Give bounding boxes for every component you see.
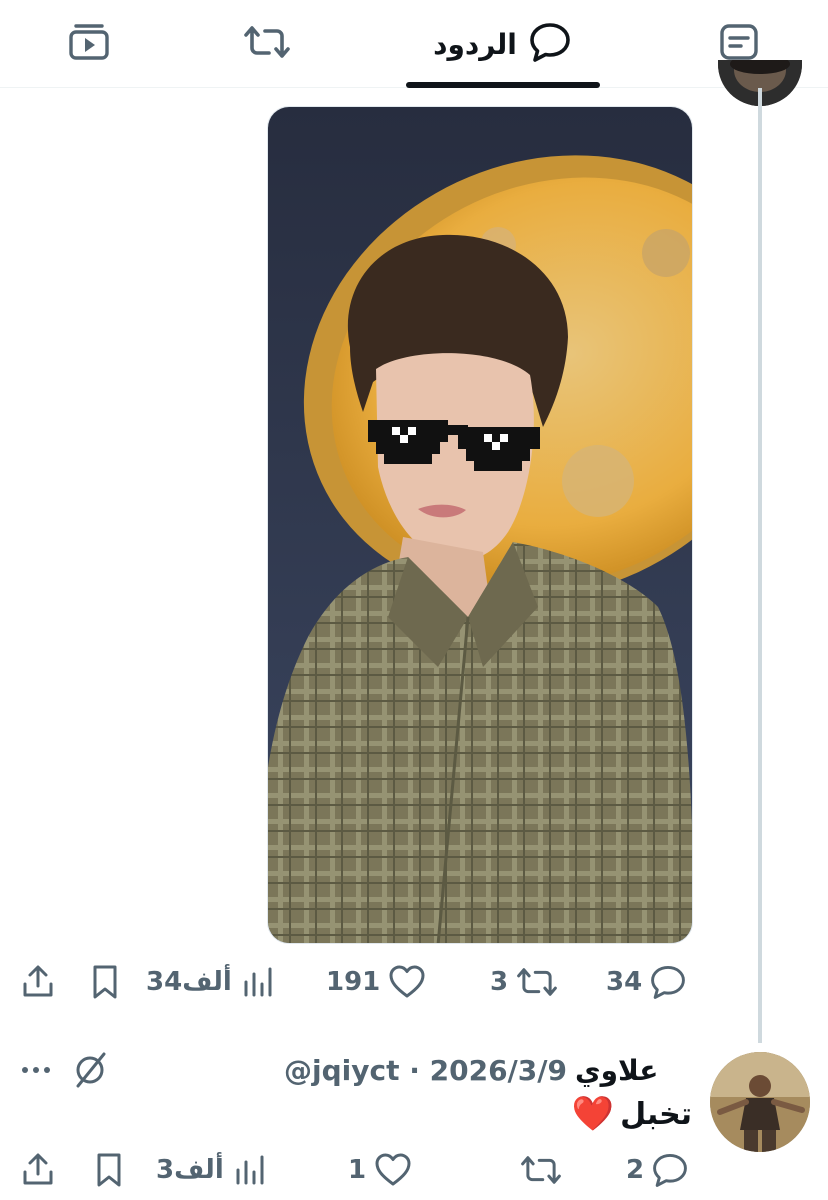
reply-button[interactable]: 34	[606, 962, 686, 1002]
reply-icon	[651, 965, 686, 999]
views-icon	[244, 967, 272, 997]
repost-icon	[243, 24, 291, 64]
tab-replies-label: الردود	[433, 27, 517, 61]
top-tab-bar: الردود	[0, 0, 828, 88]
tab-replies[interactable]: الردود	[404, 0, 600, 88]
reply-author-avatar[interactable]	[710, 1052, 810, 1152]
reply-views-count: 3ألف	[156, 1155, 224, 1185]
repost-button[interactable]: 3	[490, 962, 558, 1002]
meta-separator: ·	[409, 1053, 420, 1087]
more-options-button[interactable]	[20, 1054, 52, 1090]
reply-header: علاوي @jqiyct · 2026/3/9	[284, 1050, 658, 1090]
post-action-bar: 34ألف 191 3 34	[0, 962, 828, 1002]
reply-date[interactable]: 2026/3/9	[430, 1054, 567, 1087]
views-icon	[236, 1155, 264, 1185]
reply-like-button[interactable]: 1	[348, 1150, 412, 1190]
bookmark-icon	[93, 965, 117, 999]
reply-author-handle[interactable]: @jqiyct	[284, 1054, 399, 1087]
reply-author-name[interactable]: علاوي	[575, 1054, 658, 1087]
share-icon	[23, 1153, 53, 1185]
views-count: 34ألف	[146, 967, 232, 997]
reply-count: 34	[606, 967, 643, 997]
reply-reply-count: 2	[626, 1155, 645, 1185]
thread-connector-line	[758, 88, 762, 1043]
heart-icon	[375, 1153, 411, 1186]
reply-meta: @jqiyct · 2026/3/9	[284, 1054, 567, 1087]
like-count: 191	[326, 967, 381, 997]
reply-bookmark-button[interactable]	[92, 1150, 126, 1190]
post-media-image[interactable]	[267, 106, 693, 944]
reply-bubble-icon	[529, 22, 571, 66]
heart-icon	[389, 965, 425, 998]
grok-button[interactable]	[72, 1050, 108, 1094]
reply-views-button[interactable]: 3ألف	[156, 1150, 268, 1190]
repost-count: 3	[490, 967, 509, 997]
reply-repost-button[interactable]	[512, 1150, 562, 1190]
repost-icon	[521, 1156, 561, 1184]
reply-share-button[interactable]	[20, 1150, 56, 1190]
reply-like-count: 1	[348, 1155, 367, 1185]
share-button[interactable]	[20, 962, 56, 1002]
like-button[interactable]: 191	[326, 962, 426, 1002]
views-button[interactable]: 34ألف	[146, 962, 276, 1002]
reply-text: تخبل ❤️	[572, 1094, 692, 1134]
reply-body: تخبل	[620, 1096, 692, 1132]
more-dots-icon	[22, 1067, 50, 1073]
bookmark-button[interactable]	[88, 962, 122, 1002]
repost-icon	[517, 968, 557, 996]
reply-reply-button[interactable]: 2	[626, 1150, 688, 1190]
tab-videos[interactable]	[58, 0, 120, 88]
heart-emoji: ❤️	[571, 1094, 615, 1134]
article-icon	[719, 23, 759, 65]
grok-icon	[76, 1052, 106, 1088]
video-icon	[68, 23, 110, 65]
reply-action-bar: 3ألف 1 2	[0, 1150, 828, 1190]
bookmark-icon	[97, 1153, 121, 1187]
tab-reposts[interactable]	[236, 0, 298, 88]
active-tab-indicator	[406, 82, 600, 88]
reply-icon	[653, 1153, 687, 1187]
share-icon	[23, 965, 53, 997]
